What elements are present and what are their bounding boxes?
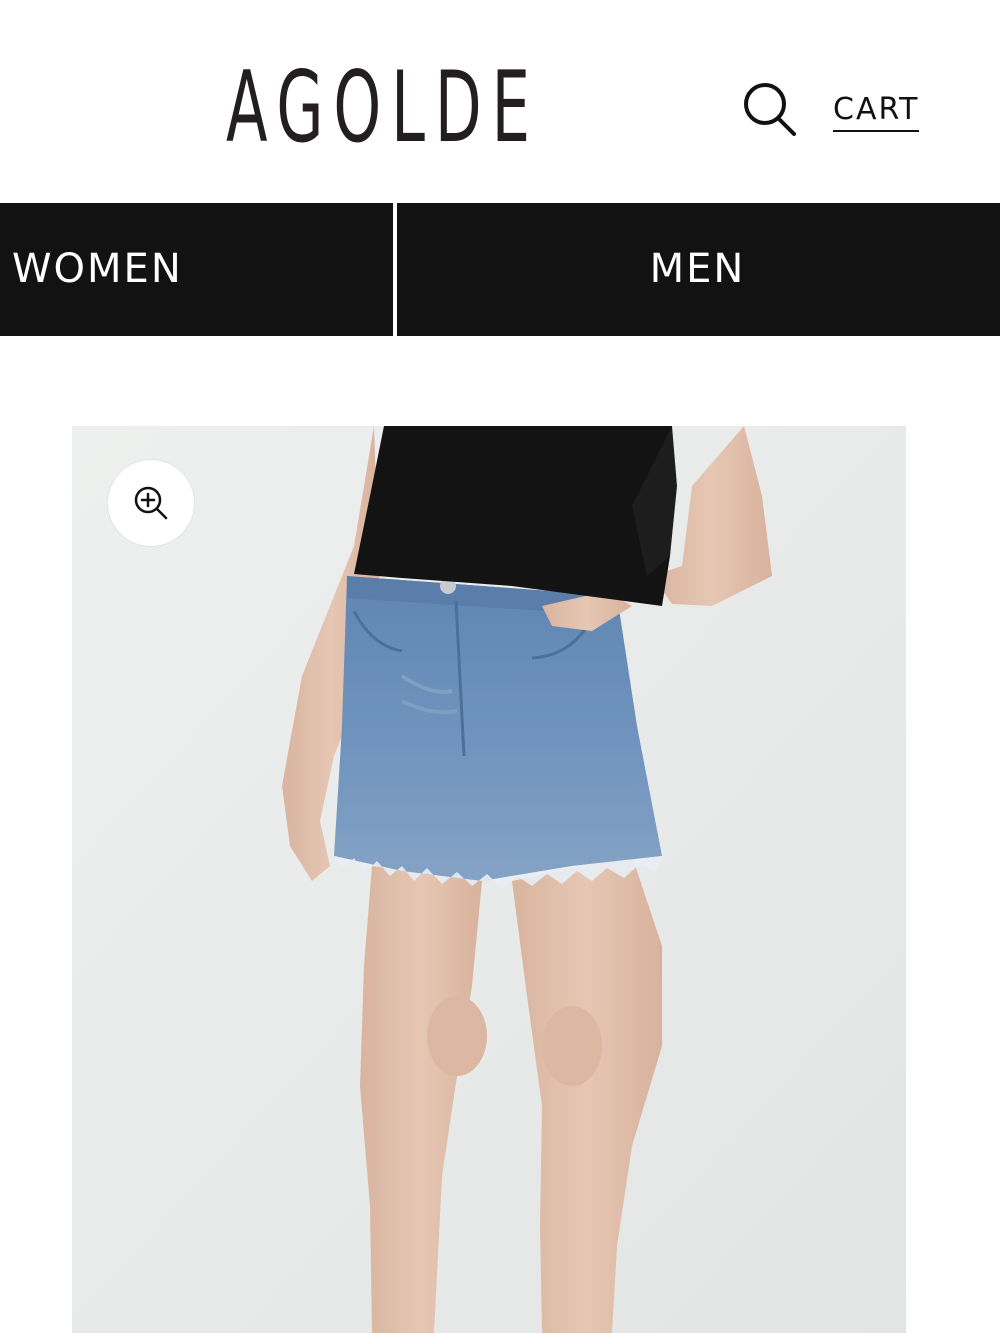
nav-tab-women[interactable]: WOMEN — [0, 203, 393, 336]
category-nav: WOMEN MEN — [0, 203, 1000, 336]
search-icon — [744, 83, 796, 136]
zoom-in-icon — [134, 486, 168, 520]
product-photo — [72, 426, 906, 1333]
nav-tab-label: WOMEN — [12, 246, 183, 292]
brand-logo[interactable]: AGOLDE — [226, 58, 530, 158]
nav-tab-men[interactable]: MEN — [397, 203, 1000, 336]
nav-tab-label: MEN — [649, 246, 746, 292]
search-button[interactable] — [740, 80, 800, 140]
product-image[interactable] — [72, 426, 906, 1333]
site-header: AGOLDE CART — [0, 0, 1000, 202]
cart-link[interactable]: CART — [833, 92, 920, 132]
zoom-button[interactable] — [108, 460, 194, 546]
